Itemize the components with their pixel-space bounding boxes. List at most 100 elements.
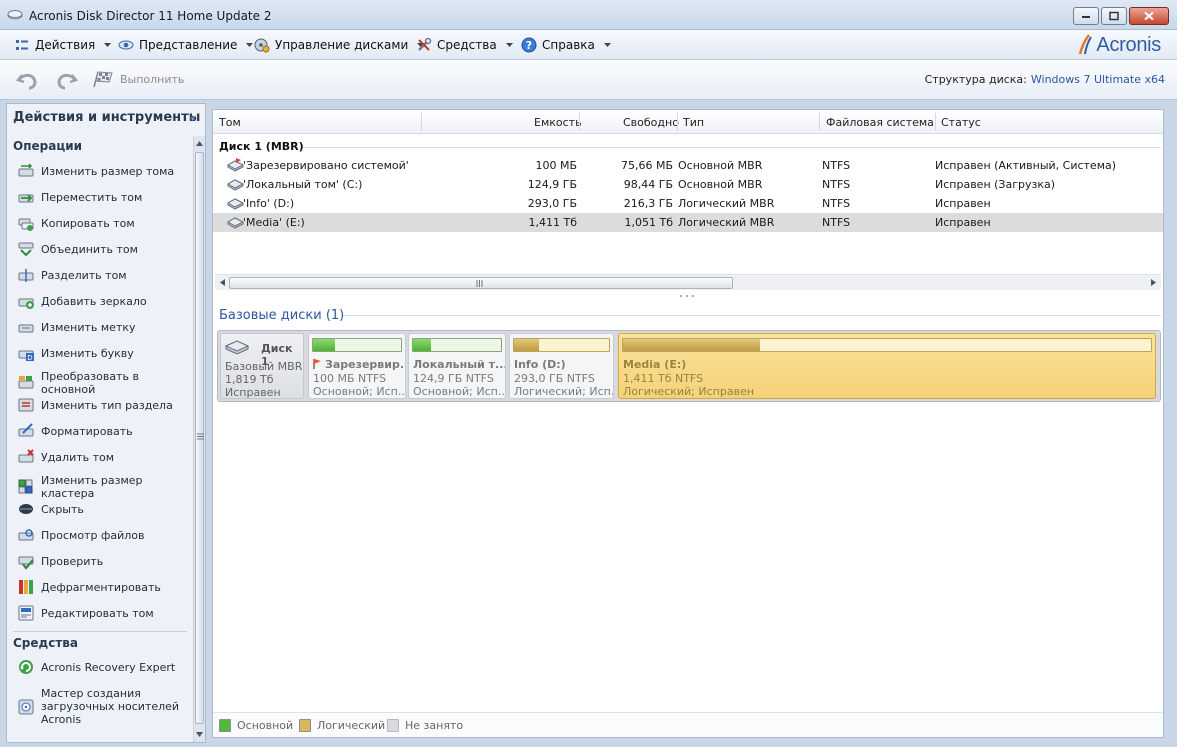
panel-item-label: Удалить том [41, 450, 115, 464]
group-divider [303, 147, 1161, 148]
recovery-expert-icon [19, 660, 33, 674]
close-icon [1144, 11, 1154, 21]
menu-view[interactable]: Представление [118, 37, 254, 53]
panel-scroll-thumb[interactable] [195, 152, 204, 724]
delete-volume-icon [18, 449, 34, 463]
menu-actions[interactable]: Действия [14, 37, 112, 53]
panel-item-merge-volume[interactable]: Объединить том [17, 240, 189, 258]
partition-info: Основной; Исп... [413, 385, 506, 398]
partition-size: 100 МБ NTFS [313, 372, 387, 385]
column-header-volume[interactable]: Том [219, 116, 241, 129]
disk-info-block[interactable]: Диск 1 Базовый MBR 1,819 Тб Исправен [220, 333, 304, 399]
panel-item-cluster-size[interactable]: Изменить размер кластера [17, 474, 189, 500]
disk-map: Диск 1 Базовый MBR 1,819 Тб Исправен Зар… [217, 330, 1161, 402]
panel-item-change-letter[interactable]: D Изменить букву [17, 344, 189, 362]
column-separator[interactable] [677, 113, 678, 131]
cell-fs: NTFS [822, 197, 851, 210]
panel-item-label: Изменить размер кластера [41, 474, 143, 500]
partition-block[interactable]: Зарезервир... 100 МБ NTFS Основной; Исп... [308, 333, 406, 399]
undo-button[interactable] [15, 69, 40, 91]
column-separator[interactable] [421, 113, 422, 131]
chevron-down-icon [505, 43, 513, 47]
panel-scrollbar[interactable] [193, 136, 205, 742]
scroll-left-icon[interactable] [220, 279, 225, 286]
cell-name: 'Зарезервировано системой' [243, 159, 409, 172]
panel-item-format[interactable]: Форматировать [17, 422, 189, 440]
table-row[interactable]: 'Зарезервировано системой' 100 МБ 75,66 МБ… [213, 156, 1163, 175]
operations-section-title: Операции [13, 139, 83, 153]
table-row[interactable]: 'Media' (E:) 1,411 Тб 1,051 Тб Логический M… [213, 213, 1163, 232]
maximize-icon [1109, 11, 1119, 21]
disk-structure-link[interactable]: Windows 7 Ultimate x64 [1031, 73, 1165, 86]
panel-item-resize-volume[interactable]: Изменить размер тома [17, 162, 189, 180]
column-header-filesystem[interactable]: Файловая система [826, 116, 934, 129]
partition-block[interactable]: Info (D:) 293,0 ГБ NTFS Логический; Исп... [509, 333, 614, 399]
panel-item-label: Просмотр файлов [41, 528, 145, 542]
disk-size: 1,819 Тб [225, 373, 274, 386]
menu-help[interactable]: ? Справка [521, 37, 611, 53]
column-separator[interactable] [819, 113, 820, 131]
column-header-type[interactable]: Тип [683, 116, 704, 129]
panel-item-change-partition-type[interactable]: Изменить тип раздела [17, 396, 189, 414]
disk-group-label: Диск 1 (MBR) [219, 140, 304, 153]
column-separator[interactable] [935, 113, 936, 131]
move-volume-icon [18, 194, 34, 203]
table-hscrollbar[interactable] [215, 274, 1161, 290]
partition-name-text: Зарезервир... [325, 358, 406, 371]
menu-actions-label: Действия [35, 38, 96, 52]
table-hscroll-thumb[interactable] [229, 277, 733, 289]
tools-icon [418, 37, 432, 51]
minimize-button[interactable] [1073, 7, 1099, 25]
menu-tools[interactable]: Средства [416, 37, 513, 53]
panel-item-split-volume[interactable]: Разделить том [17, 266, 189, 284]
panel-item-change-label[interactable]: Изменить метку [17, 318, 189, 336]
partition-usage-fill [623, 339, 761, 351]
table-row[interactable]: 'Info' (D:) 293,0 ГБ 216,3 ГБ Логический MB… [213, 194, 1163, 213]
scroll-up-icon[interactable] [196, 141, 203, 146]
panel-item-edit-volume[interactable]: Редактировать том [17, 604, 189, 622]
panel-item-add-mirror[interactable]: Добавить зеркало [17, 292, 189, 310]
splitter-grip-icon [680, 295, 694, 297]
column-header-status[interactable]: Статус [941, 116, 981, 129]
table-row[interactable]: 'Локальный том' (C:) 124,9 ГБ 98,44 ГБ Осно… [213, 175, 1163, 194]
cell-status: Исправен [935, 197, 991, 210]
resize-volume-icon [18, 163, 34, 177]
panel-item-copy-volume[interactable]: Копировать том [17, 214, 189, 232]
scroll-down-icon[interactable] [196, 732, 203, 737]
legend-label: Основной [237, 719, 294, 732]
maximize-button[interactable] [1101, 7, 1127, 25]
panel-item-recovery-expert[interactable]: Acronis Recovery Expert [17, 658, 189, 676]
close-button[interactable] [1129, 7, 1169, 25]
panel-item-defragment[interactable]: Дефрагментировать [17, 578, 189, 596]
redo-button[interactable] [54, 69, 79, 91]
scroll-right-icon[interactable] [1151, 279, 1156, 286]
cell-status: Исправен [935, 216, 991, 229]
pane-splitter[interactable] [679, 291, 695, 301]
column-separator[interactable] [579, 113, 580, 131]
panel-item-hide[interactable]: Скрыть [17, 500, 189, 518]
legend-label: Не занято [405, 719, 464, 732]
hide-icon [19, 504, 33, 514]
menu-disk-management[interactable]: Управление дисками [254, 37, 425, 53]
panel-item-move-volume[interactable]: Переместить том [17, 188, 189, 206]
undo-icon [15, 73, 37, 90]
panel-item-bootable-media[interactable]: Мастер создания загрузочных носителей Ac… [17, 687, 189, 726]
eye-icon [118, 40, 134, 50]
partition-block[interactable]: Media (E:) 1,411 Тб NTFS Логический; Испра… [618, 333, 1156, 399]
panel-item-browse-files[interactable]: Просмотр файлов [17, 526, 189, 544]
collapse-panel-button[interactable]: « [189, 111, 197, 126]
run-button[interactable]: Выполнить [92, 70, 184, 88]
partition-name: Зарезервир... [313, 358, 406, 371]
panel-item-check[interactable]: Проверить [17, 552, 189, 570]
column-header-capacity[interactable]: Емкость [534, 116, 582, 129]
column-header-free[interactable]: Свободно [623, 116, 679, 129]
basic-disks-divider [343, 315, 1161, 316]
menu-tools-label: Средства [437, 38, 497, 52]
actions-tools-panel: Действия и инструменты « Операции Измени… [6, 103, 206, 743]
menu-view-label: Представление [139, 38, 238, 52]
partition-block[interactable]: Локальный т... 124,9 ГБ NTFS Основной; Исп… [408, 333, 506, 399]
chevron-down-icon [104, 43, 112, 47]
panel-item-delete-volume[interactable]: Удалить том [17, 448, 189, 466]
partition-name: Локальный т... [413, 358, 505, 371]
panel-item-convert-primary[interactable]: Преобразовать в основной [17, 370, 189, 396]
